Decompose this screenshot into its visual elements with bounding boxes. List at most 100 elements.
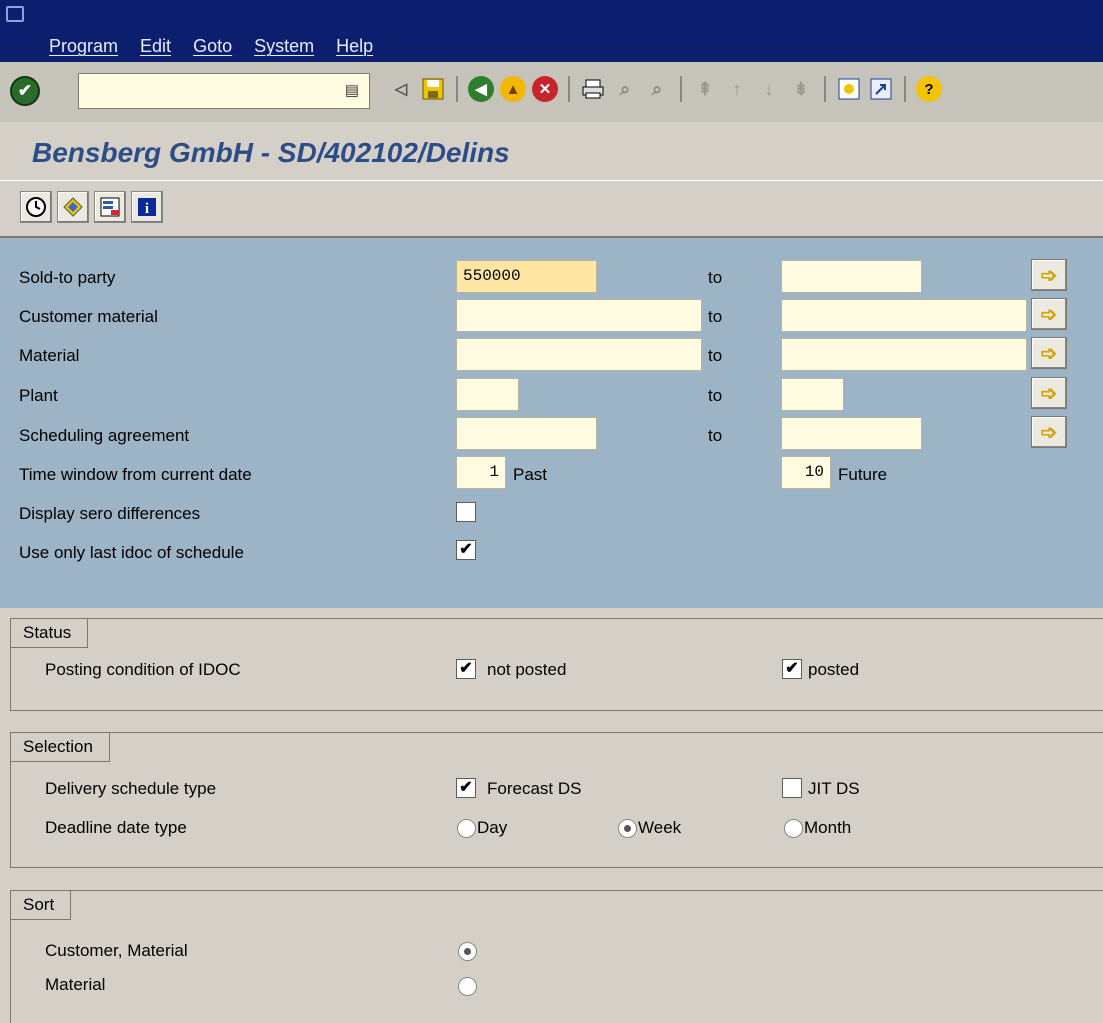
toolbar-separator [568, 76, 570, 102]
print-icon[interactable] [580, 76, 606, 102]
scheduling-agreement-to-input[interactable] [781, 417, 922, 450]
svg-text:i: i [145, 201, 149, 217]
menu-bar: Program Edit Goto System Help [0, 0, 1103, 62]
sold-to-party-label: Sold-to party [19, 268, 116, 287]
standard-toolbar: ✔ ▤ ◁ ◀ ▲ ✕ ⌕ ⌕ ⇞ ↑ ↓ ⇟ ? [0, 62, 1103, 123]
plant-label: Plant [19, 386, 58, 405]
find-icon[interactable]: ⌕ [612, 76, 638, 102]
selection-options-icon[interactable] [94, 191, 126, 223]
scheduling-agreement-label: Scheduling agreement [19, 426, 190, 445]
new-session-icon[interactable] [836, 76, 862, 102]
sort-customer-material-label: Customer, Material [45, 941, 188, 960]
find-next-icon[interactable]: ⌕ [644, 76, 670, 102]
sort-material-label: Material [45, 975, 106, 994]
scheduling-agreement-multiple-selection-button[interactable]: ➩ [1031, 416, 1067, 448]
toolbar-separator [456, 76, 458, 102]
posted-label: posted [808, 660, 860, 679]
back-icon[interactable]: ◀ [468, 76, 494, 102]
exit-icon[interactable]: ▲ [500, 76, 526, 102]
command-field[interactable]: ▤ [78, 73, 370, 109]
delivery-schedule-type-label: Delivery schedule type [45, 779, 217, 798]
toolbar-separator [904, 76, 906, 102]
display-zero-differences-label: Display sero differences [19, 504, 201, 523]
menu-program[interactable]: Program [49, 36, 118, 57]
selection-group: Selection Delivery schedule type ✔ Forec… [10, 732, 1103, 868]
to-label: to [708, 426, 723, 445]
plant-to-input[interactable] [781, 378, 844, 411]
status-group: Status Posting condition of IDOC ✔ not p… [10, 618, 1103, 711]
menu-help[interactable]: Help [336, 36, 373, 57]
to-label: to [708, 307, 723, 326]
sort-group-title: Sort [10, 890, 72, 920]
help-icon[interactable]: ? [916, 76, 942, 102]
to-label: to [708, 346, 723, 365]
toolbar-icons: ◁ ◀ ▲ ✕ ⌕ ⌕ ⇞ ↑ ↓ ⇟ ? [388, 76, 948, 102]
menu: Program Edit Goto System Help [49, 36, 395, 57]
execute-icon[interactable] [20, 191, 52, 223]
material-multiple-selection-button[interactable]: ➩ [1031, 337, 1067, 369]
not-posted-checkbox[interactable]: ✔ [456, 659, 476, 679]
info-icon[interactable]: i [131, 191, 163, 223]
time-window-label: Time window from current date [19, 465, 252, 484]
time-window-future-input[interactable]: 10 [781, 456, 831, 489]
sold-to-party-from-input[interactable]: 550000 [456, 260, 597, 293]
sort-group: Sort Customer, Material Material [10, 890, 1103, 1023]
material-to-input[interactable] [781, 338, 1027, 371]
material-label: Material [19, 346, 80, 365]
customer-material-multiple-selection-button[interactable]: ➩ [1031, 298, 1067, 330]
sold-to-party-multiple-selection-button[interactable]: ➩ [1031, 259, 1067, 291]
prev-page-icon[interactable]: ↑ [724, 76, 750, 102]
application-toolbar: i [0, 181, 1103, 238]
use-last-idoc-label: Use only last idoc of schedule [19, 543, 244, 562]
posting-condition-label: Posting condition of IDOC [45, 660, 241, 679]
toolbar-separator [680, 76, 682, 102]
save-icon[interactable] [420, 76, 446, 102]
day-label: Day [477, 818, 508, 837]
sort-material-radio[interactable] [458, 977, 477, 996]
material-from-input[interactable] [456, 338, 702, 371]
page-title: Bensberg GmbH - SD/402102/Delins [32, 137, 510, 168]
customer-material-from-input[interactable] [456, 299, 702, 332]
back-arrow-icon[interactable]: ◁ [388, 76, 414, 102]
to-label: to [708, 386, 723, 405]
forecast-ds-label: Forecast DS [487, 779, 582, 798]
menu-edit[interactable]: Edit [140, 36, 171, 57]
month-radio[interactable] [784, 819, 803, 838]
next-page-icon[interactable]: ↓ [756, 76, 782, 102]
week-radio[interactable] [618, 819, 637, 838]
jit-ds-checkbox[interactable] [782, 778, 802, 798]
cancel-icon[interactable]: ✕ [532, 76, 558, 102]
future-label: Future [838, 465, 888, 484]
first-page-icon[interactable]: ⇞ [692, 76, 718, 102]
selection-screen: Sold-to party 550000 to ➩ Customer mater… [0, 238, 1103, 608]
system-menu-icon[interactable] [6, 6, 24, 22]
selection-group-title: Selection [10, 732, 110, 762]
jit-ds-label: JIT DS [808, 779, 860, 798]
plant-multiple-selection-button[interactable]: ➩ [1031, 377, 1067, 409]
use-last-idoc-checkbox[interactable]: ✔ [456, 540, 476, 560]
deadline-date-type-label: Deadline date type [45, 818, 187, 837]
to-label: to [708, 268, 723, 287]
scheduling-agreement-from-input[interactable] [456, 417, 597, 450]
sort-customer-material-radio[interactable] [458, 942, 477, 961]
menu-goto[interactable]: Goto [193, 36, 232, 57]
shortcut-icon[interactable] [868, 76, 894, 102]
title-bar: Bensberg GmbH - SD/402102/Delins [0, 122, 1103, 181]
plant-from-input[interactable] [456, 378, 519, 411]
status-group-title: Status [10, 618, 89, 648]
enter-icon[interactable]: ✔ [10, 76, 40, 106]
sold-to-party-to-input[interactable] [781, 260, 922, 293]
last-page-icon[interactable]: ⇟ [788, 76, 814, 102]
time-window-past-input[interactable]: 1 [456, 456, 506, 489]
forecast-ds-checkbox[interactable]: ✔ [456, 778, 476, 798]
customer-material-label: Customer material [19, 307, 158, 326]
variant-icon[interactable] [57, 191, 89, 223]
month-label: Month [804, 818, 852, 837]
day-radio[interactable] [457, 819, 476, 838]
posted-checkbox[interactable]: ✔ [782, 659, 802, 679]
menu-system[interactable]: System [254, 36, 314, 57]
command-history-icon[interactable]: ▤ [345, 81, 359, 99]
display-zero-differences-checkbox[interactable] [456, 502, 476, 522]
not-posted-label: not posted [487, 660, 567, 679]
customer-material-to-input[interactable] [781, 299, 1027, 332]
